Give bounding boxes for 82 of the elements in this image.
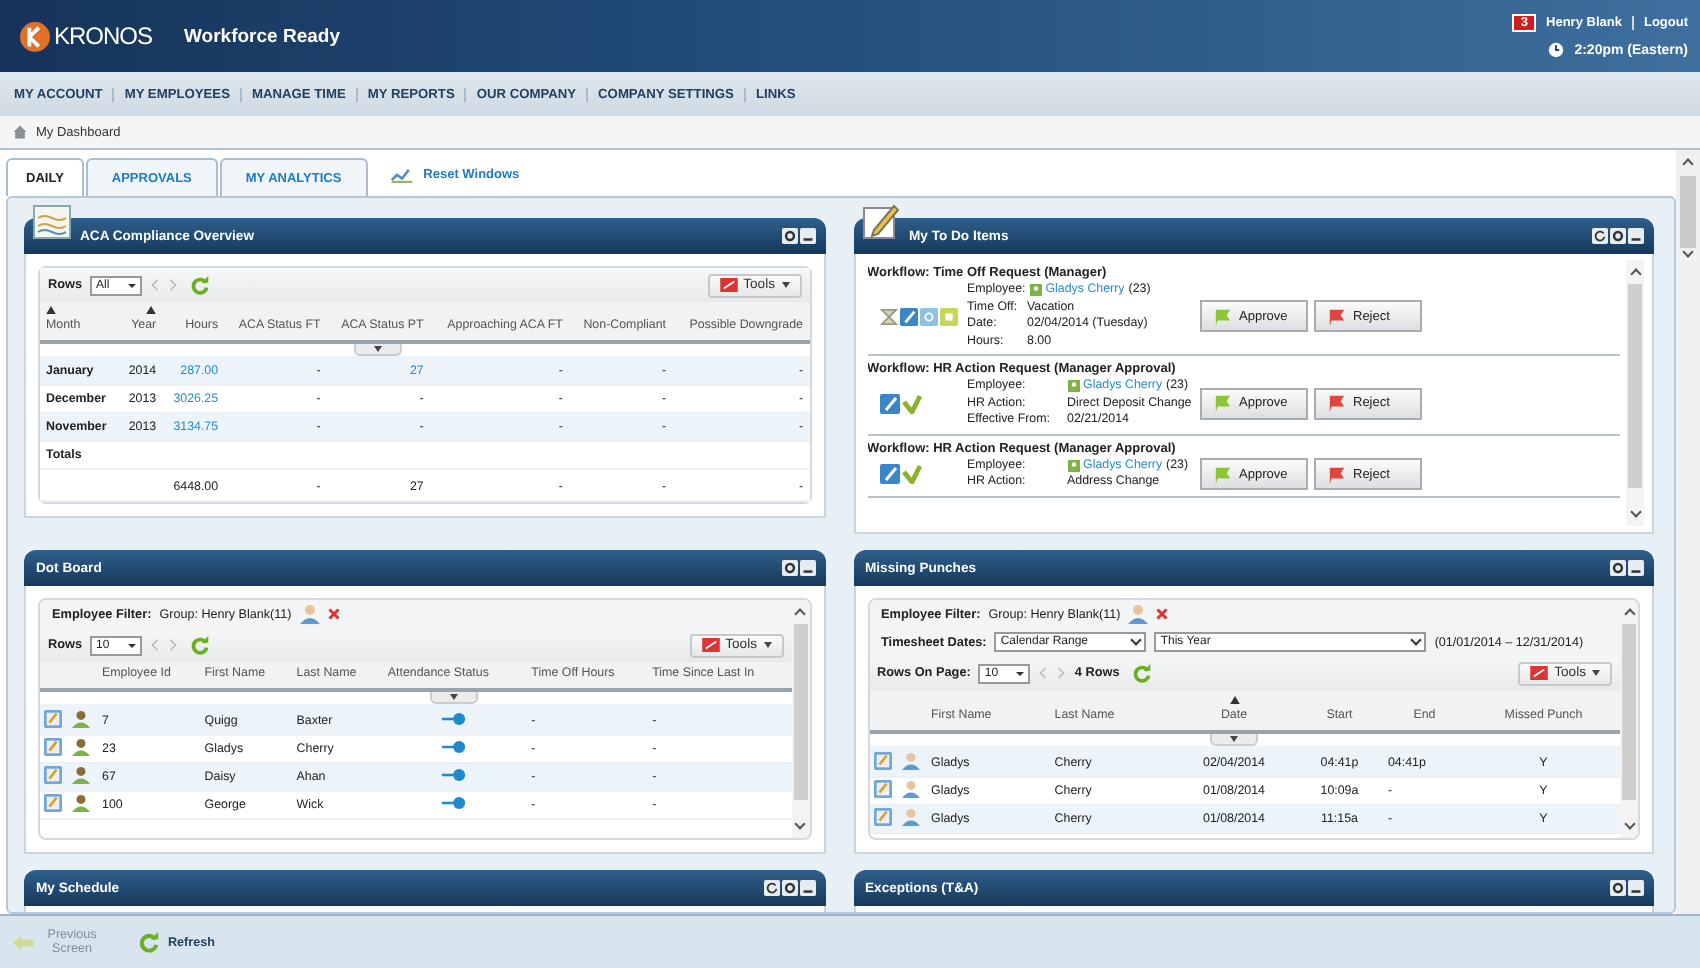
status-pin-icon <box>441 768 466 782</box>
person-icon <box>1029 284 1042 297</box>
status-pin-icon <box>441 796 466 810</box>
person-icon[interactable] <box>72 794 90 812</box>
magnifier-icon[interactable] <box>919 307 937 325</box>
tools-icon <box>719 278 738 292</box>
previous-page-icon[interactable] <box>150 278 161 292</box>
notepad-icon <box>861 204 901 240</box>
edit-icon[interactable] <box>44 738 62 756</box>
edit-icon[interactable] <box>873 808 891 826</box>
logo-icon <box>20 21 50 51</box>
product-name: Workforce Ready <box>184 25 340 47</box>
back-arrow-icon <box>12 935 34 949</box>
minimize-icon[interactable] <box>1628 880 1644 896</box>
next-page-icon[interactable] <box>168 278 179 292</box>
edit-icon[interactable] <box>879 464 899 484</box>
edit-icon[interactable] <box>44 766 62 784</box>
person-icon[interactable] <box>901 808 919 826</box>
tools-icon <box>701 638 720 652</box>
previous-page-icon[interactable] <box>150 638 161 652</box>
next-page-icon[interactable] <box>168 638 179 652</box>
refresh-icon[interactable] <box>763 880 779 896</box>
person-icon <box>1067 380 1079 393</box>
edit-icon[interactable] <box>873 752 891 770</box>
chart-icon <box>32 204 72 240</box>
scrollbar[interactable] <box>791 600 809 838</box>
minimize-icon[interactable] <box>799 880 815 896</box>
person-icon[interactable] <box>901 780 919 798</box>
person-icon[interactable] <box>72 766 90 784</box>
employee-picker-icon[interactable] <box>1128 604 1149 624</box>
home-icon[interactable] <box>12 124 28 140</box>
minimize-icon[interactable] <box>1628 228 1644 244</box>
sort-icon[interactable] <box>1229 696 1239 704</box>
check-icon[interactable] <box>901 393 921 414</box>
settings-icon[interactable] <box>781 228 797 244</box>
scrollbar[interactable] <box>1676 150 1700 914</box>
logo-text: KRONOS <box>54 22 153 50</box>
person-icon[interactable] <box>901 752 919 770</box>
employee-picker-icon[interactable] <box>299 604 320 624</box>
edit-icon[interactable] <box>873 780 891 798</box>
minimize-icon[interactable] <box>799 560 815 576</box>
tools-icon <box>1530 666 1549 680</box>
refresh-icon[interactable] <box>1592 228 1608 244</box>
status-pin-icon <box>441 711 466 725</box>
settings-icon[interactable] <box>781 880 797 896</box>
settings-icon[interactable] <box>1610 560 1626 576</box>
clock-icon <box>1548 42 1565 58</box>
flag-icon <box>1327 307 1345 325</box>
check-icon[interactable] <box>901 464 921 484</box>
edit-icon[interactable] <box>899 307 917 325</box>
remove-icon[interactable] <box>1156 608 1169 620</box>
next-page-icon[interactable] <box>1056 666 1067 680</box>
sort-icon[interactable] <box>46 306 56 314</box>
scrollbar[interactable] <box>1620 600 1638 838</box>
refresh-icon <box>138 931 160 953</box>
minimize-icon[interactable] <box>799 228 815 244</box>
scrollbar[interactable] <box>1626 260 1644 526</box>
edit-icon[interactable] <box>879 393 899 414</box>
settings-icon[interactable] <box>1610 228 1626 244</box>
sort-icon[interactable] <box>146 306 157 314</box>
settings-icon[interactable] <box>1610 880 1626 896</box>
settings-icon[interactable] <box>781 560 797 576</box>
remove-icon[interactable] <box>327 608 340 620</box>
flag-icon <box>1327 465 1345 483</box>
reset-windows-icon[interactable] <box>389 166 414 184</box>
status-pin-icon <box>441 740 466 754</box>
column-menu-handle[interactable] <box>1210 734 1258 746</box>
flag-icon <box>1213 465 1231 483</box>
edit-icon[interactable] <box>44 794 62 812</box>
flag-icon <box>1213 307 1231 325</box>
previous-page-icon[interactable] <box>1038 666 1049 680</box>
hourglass-icon[interactable] <box>879 307 897 325</box>
flag-icon <box>1213 394 1231 413</box>
flag-icon <box>1327 394 1345 413</box>
person-icon[interactable] <box>72 710 90 728</box>
person-icon[interactable] <box>72 738 90 756</box>
edit-icon[interactable] <box>44 710 62 728</box>
column-menu-handle[interactable] <box>429 692 478 704</box>
person-icon <box>1067 459 1079 472</box>
column-menu-handle[interactable] <box>354 344 403 356</box>
minimize-icon[interactable] <box>1628 560 1644 576</box>
calendar-icon[interactable] <box>939 307 957 325</box>
